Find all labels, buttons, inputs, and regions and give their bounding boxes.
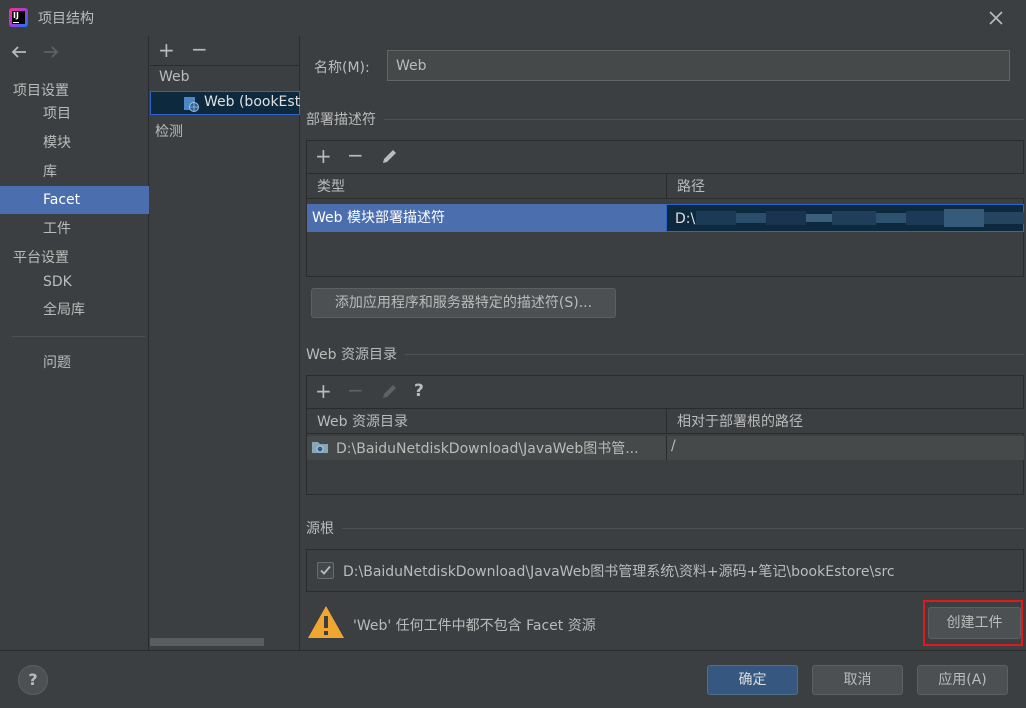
add-server-descriptor-button[interactable]: 添加应用程序和服务器特定的描述符(S)... xyxy=(311,288,616,318)
warning-icon xyxy=(306,604,346,640)
section-project-settings: 项目设置 xyxy=(13,83,69,99)
footer-divider xyxy=(0,650,1026,651)
help-button[interactable]: ? xyxy=(18,665,48,695)
cell-divider xyxy=(666,436,667,460)
redacted-path-mosaic xyxy=(696,209,1024,227)
deployment-descriptors-title: 部署描述符 xyxy=(306,109,384,129)
descriptor-type-cell[interactable]: Web 模块部署描述符 xyxy=(307,204,666,232)
add-resource-dir-icon[interactable]: + xyxy=(315,381,332,401)
web-resource-dir-path: D:\BaiduNetdiskDownload\JavaWeb图书管... xyxy=(336,441,639,457)
forward-arrow-icon[interactable] xyxy=(42,43,60,61)
nav-item-project[interactable]: 项目 xyxy=(0,100,149,128)
window-title: 项目结构 xyxy=(38,11,94,27)
group-divider xyxy=(306,528,1024,529)
edit-pencil-icon[interactable] xyxy=(380,381,400,401)
source-roots-title: 源根 xyxy=(306,518,342,538)
nav-item-libraries[interactable]: 库 xyxy=(0,158,149,186)
nav-item-global-libraries[interactable]: 全局库 xyxy=(0,296,149,324)
warning-message: 'Web' 任何工件中都不包含 Facet 资源 xyxy=(353,618,596,634)
nav-item-facets[interactable]: Facet xyxy=(0,186,149,214)
web-facet-icon xyxy=(183,96,199,112)
nav-item-problems[interactable]: 问题 xyxy=(0,349,149,377)
facet-name-input[interactable] xyxy=(387,50,1010,81)
cancel-button[interactable]: 取消 xyxy=(812,665,903,695)
intellij-app-icon: IJ xyxy=(9,8,28,27)
nav-item-modules[interactable]: 模块 xyxy=(0,129,149,157)
column-header-path[interactable]: 路径 xyxy=(666,173,1024,199)
apply-button[interactable]: 应用(A) xyxy=(917,665,1008,695)
source-root-path: D:\BaiduNetdiskDownload\JavaWeb图书管理系统\资料… xyxy=(343,564,895,580)
column-header-relative-path[interactable]: 相对于部署根的路径 xyxy=(666,408,1024,434)
column-header-type[interactable]: 类型 xyxy=(307,173,666,199)
create-artifact-button[interactable]: 创建工件 xyxy=(928,607,1021,639)
add-descriptor-icon[interactable]: + xyxy=(315,146,332,166)
tree-node-web-facet: Web (bookEstore) xyxy=(204,94,300,110)
close-icon[interactable] xyxy=(984,6,1008,30)
column-header-web-dir[interactable]: Web 资源目录 xyxy=(307,408,666,434)
nav-item-artifacts[interactable]: 工件 xyxy=(0,215,149,243)
add-facet-icon[interactable]: + xyxy=(158,40,175,60)
group-divider xyxy=(306,119,1024,120)
remove-facet-icon[interactable]: − xyxy=(191,39,208,59)
source-root-checkbox[interactable] xyxy=(317,562,334,579)
remove-descriptor-icon[interactable]: − xyxy=(347,145,364,165)
remove-resource-dir-icon[interactable]: − xyxy=(347,380,364,400)
tree-node-detection[interactable]: 检测 xyxy=(155,121,183,141)
web-resource-dirs-title: Web 资源目录 xyxy=(306,344,405,364)
tree-node-web-group[interactable]: Web xyxy=(159,69,190,85)
title-bar xyxy=(0,0,1026,36)
nav-item-sdks[interactable]: SDK xyxy=(0,268,149,296)
tree-toolbar-divider xyxy=(150,65,300,66)
ok-button[interactable]: 确定 xyxy=(707,665,798,695)
help-question-icon[interactable]: ? xyxy=(414,381,424,401)
horizontal-scrollbar[interactable] xyxy=(150,638,264,646)
section-platform-settings: 平台设置 xyxy=(13,250,69,266)
nav-divider xyxy=(12,336,145,337)
back-arrow-icon[interactable] xyxy=(10,43,28,61)
name-label: 名称(M): xyxy=(314,60,370,76)
web-folder-icon xyxy=(311,439,329,455)
group-divider xyxy=(306,354,1024,355)
edit-pencil-icon[interactable] xyxy=(380,146,400,166)
relative-path-cell: / xyxy=(671,438,676,454)
